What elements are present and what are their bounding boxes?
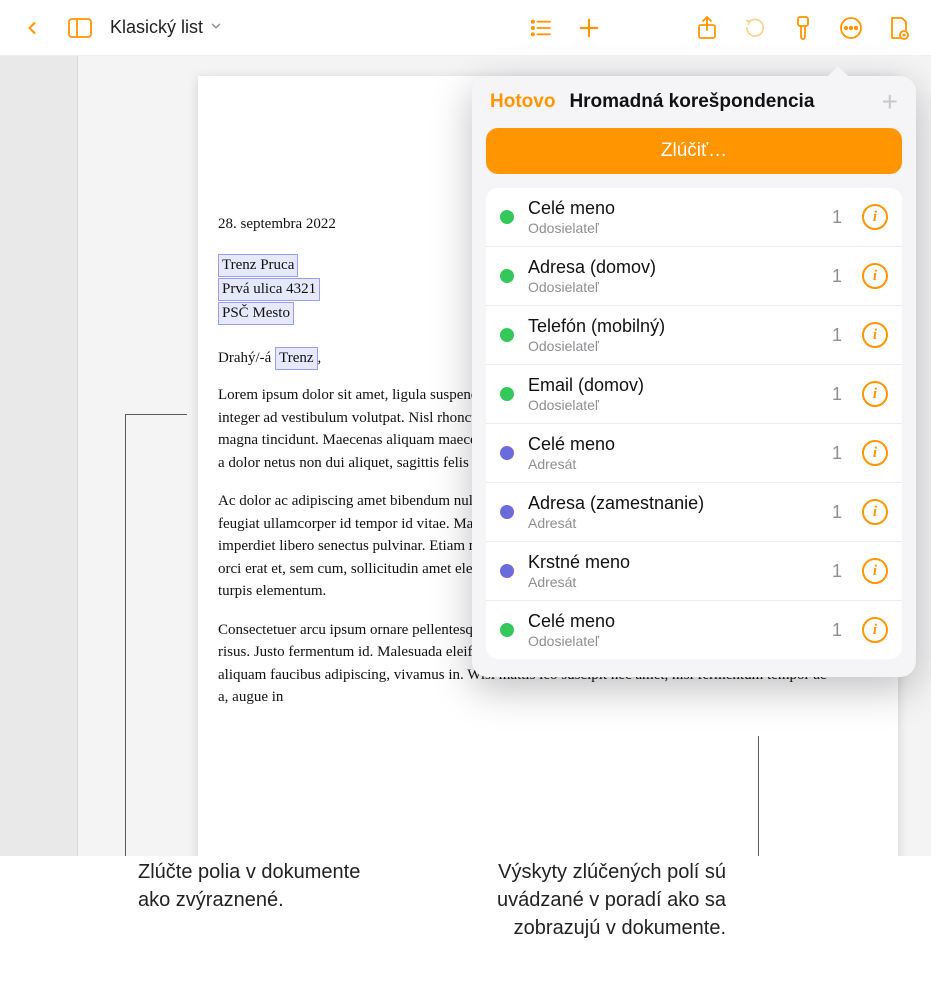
field-text: Celé menoOdosielateľ <box>528 611 818 649</box>
add-button[interactable] <box>565 4 613 52</box>
caption-left: Zlúčte polia v dokumente ako zvýraznené. <box>138 858 398 942</box>
merge-field-row[interactable]: Adresa (zamestnanie)Adresát 1i <box>486 483 902 542</box>
toolbar: Klasický list <box>0 0 931 56</box>
field-count: 1 <box>832 325 842 346</box>
document-title-dropdown[interactable]: Klasický list <box>110 17 223 38</box>
field-count: 1 <box>832 620 842 641</box>
callout-line-left-h <box>125 414 187 415</box>
field-color-dot <box>500 505 514 519</box>
thumbnail-rail[interactable] <box>0 56 78 856</box>
mail-merge-popover: Hotovo Hromadná korešpondencia + Zlúčiť…… <box>472 76 916 677</box>
info-icon[interactable]: i <box>862 263 888 289</box>
done-button[interactable]: Hotovo <box>490 91 555 113</box>
more-button[interactable] <box>827 4 875 52</box>
share-button[interactable] <box>683 4 731 52</box>
field-role: Odosielateľ <box>528 338 818 354</box>
field-role: Odosielateľ <box>528 397 818 413</box>
back-button[interactable] <box>8 4 56 52</box>
merge-field-row[interactable]: Adresa (domov)Odosielateľ 1i <box>486 247 902 306</box>
field-count: 1 <box>832 384 842 405</box>
merge-field-row[interactable]: Celé menoOdosielateľ 1i <box>486 188 902 247</box>
add-field-button[interactable]: + <box>882 88 898 116</box>
outline-button[interactable] <box>517 4 565 52</box>
field-role: Adresát <box>528 515 818 531</box>
merge-field-list: Celé menoOdosielateľ1iAdresa (domov)Odos… <box>486 188 902 659</box>
info-icon[interactable]: i <box>862 440 888 466</box>
format-brush-button[interactable] <box>779 4 827 52</box>
field-role: Adresát <box>528 574 818 590</box>
field-role: Adresát <box>528 456 818 472</box>
field-color-dot <box>500 269 514 283</box>
merge-field-row[interactable]: Krstné menoAdresát 1i <box>486 542 902 601</box>
merge-field-row[interactable]: Telefón (mobilný)Odosielateľ 1i <box>486 306 902 365</box>
info-icon[interactable]: i <box>862 617 888 643</box>
merge-field-row[interactable]: Email (domov)Odosielateľ 1i <box>486 365 902 424</box>
field-name: Email (domov) <box>528 375 818 396</box>
info-icon[interactable]: i <box>862 381 888 407</box>
field-count: 1 <box>832 502 842 523</box>
merge-field-row[interactable]: Celé menoOdosielateľ 1i <box>486 601 902 659</box>
info-icon[interactable]: i <box>862 558 888 584</box>
salutation-prefix: Drahý/-á <box>218 350 275 366</box>
field-text: Celé menoAdresát <box>528 434 818 472</box>
field-color-dot <box>500 387 514 401</box>
field-name: Telefón (mobilný) <box>528 316 818 337</box>
field-color-dot <box>500 328 514 342</box>
sidebar-toggle-button[interactable] <box>56 4 104 52</box>
salutation-name-field[interactable]: Trenz <box>275 347 317 370</box>
chevron-down-icon <box>209 17 223 38</box>
field-name: Celé meno <box>528 434 818 455</box>
field-text: Telefón (mobilný)Odosielateľ <box>528 316 818 354</box>
field-color-dot <box>500 210 514 224</box>
field-name: Celé meno <box>528 611 818 632</box>
captions: Zlúčte polia v dokumente ako zvýraznené.… <box>0 858 931 942</box>
field-count: 1 <box>832 207 842 228</box>
field-text: Krstné menoAdresát <box>528 552 818 590</box>
callout-line-left <box>125 414 126 856</box>
popover-header: Hotovo Hromadná korešpondencia + <box>486 88 902 116</box>
field-count: 1 <box>832 266 842 287</box>
field-name: Adresa (domov) <box>528 257 818 278</box>
info-icon[interactable]: i <box>862 204 888 230</box>
field-color-dot <box>500 446 514 460</box>
document-options-button[interactable] <box>875 4 923 52</box>
recipient-city-field[interactable]: PSČ Mesto <box>218 302 294 325</box>
callout-line-right <box>758 736 759 856</box>
field-role: Odosielateľ <box>528 279 818 295</box>
popover-title: Hromadná korešpondencia <box>569 91 867 113</box>
info-icon[interactable]: i <box>862 499 888 525</box>
field-text: Adresa (domov)Odosielateľ <box>528 257 818 295</box>
info-icon[interactable]: i <box>862 322 888 348</box>
undo-button[interactable] <box>731 4 779 52</box>
field-color-dot <box>500 623 514 637</box>
merge-field-row[interactable]: Celé menoAdresát 1i <box>486 424 902 483</box>
field-role: Odosielateľ <box>528 220 818 236</box>
field-text: Celé menoOdosielateľ <box>528 198 818 236</box>
salutation-suffix: , <box>318 350 322 366</box>
field-text: Email (domov)Odosielateľ <box>528 375 818 413</box>
field-name: Celé meno <box>528 198 818 219</box>
field-count: 1 <box>832 561 842 582</box>
caption-right: Výskyty zlúčených polí sú uvádzané v por… <box>426 858 726 942</box>
field-name: Krstné meno <box>528 552 818 573</box>
field-count: 1 <box>832 443 842 464</box>
field-color-dot <box>500 564 514 578</box>
document-title: Klasický list <box>110 17 203 38</box>
recipient-address-field[interactable]: Prvá ulica 4321 <box>218 278 320 301</box>
field-text: Adresa (zamestnanie)Adresát <box>528 493 818 531</box>
recipient-name-field[interactable]: Trenz Pruca <box>218 254 298 277</box>
field-name: Adresa (zamestnanie) <box>528 493 818 514</box>
merge-button[interactable]: Zlúčiť… <box>486 128 902 174</box>
field-role: Odosielateľ <box>528 633 818 649</box>
